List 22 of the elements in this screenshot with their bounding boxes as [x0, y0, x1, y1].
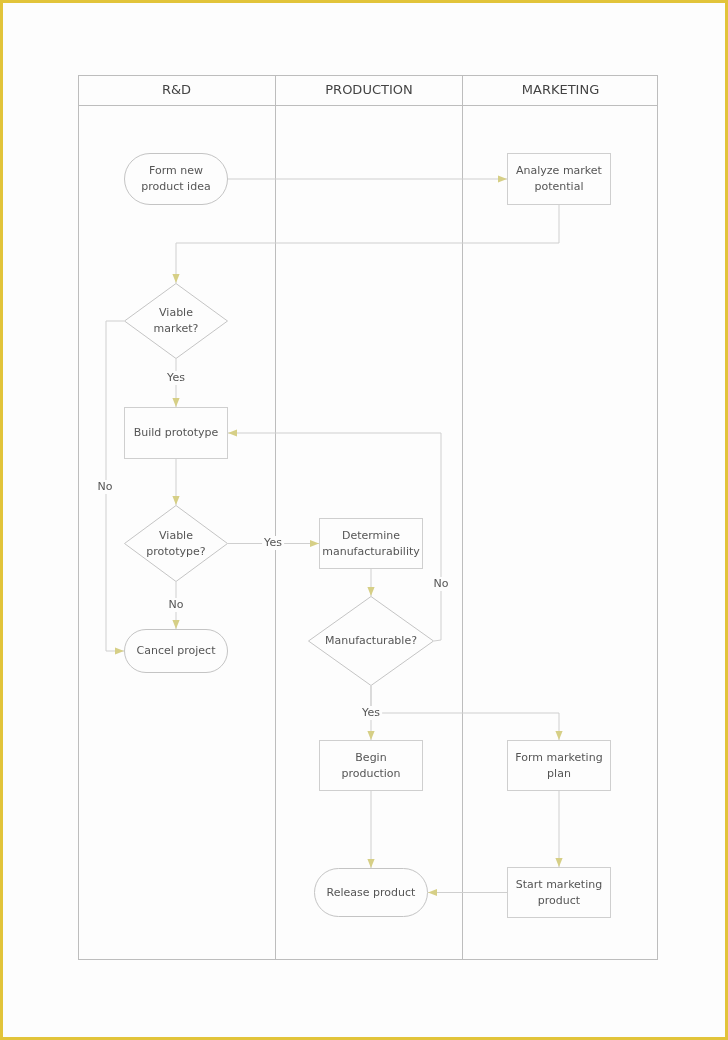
- edge-label: Yes: [360, 706, 382, 720]
- process-box: Build prototype: [124, 407, 228, 459]
- lane-header: R&D: [78, 75, 275, 106]
- lane-header: MARKETING: [462, 75, 658, 106]
- decision-diamond: Viable market?: [124, 283, 228, 359]
- process-box: Analyze market potential: [507, 153, 611, 205]
- lane-header: PRODUCTION: [275, 75, 462, 106]
- decision-diamond: Viable prototype?: [124, 505, 228, 582]
- edge-label: No: [431, 577, 451, 591]
- decision-diamond: Manufacturable?: [308, 596, 434, 686]
- terminal-node: Form new product idea: [124, 153, 228, 205]
- edge-label: No: [166, 598, 186, 612]
- process-box: Begin production: [319, 740, 423, 791]
- terminal-node: Release product: [314, 868, 428, 917]
- process-box: Form marketing plan: [507, 740, 611, 791]
- terminal-node: Cancel project: [124, 629, 228, 673]
- edge-label: Yes: [262, 536, 284, 550]
- edge-label: No: [95, 480, 115, 494]
- connector-arrow: [172, 458, 180, 506]
- process-box: Determine manufacturability: [319, 518, 423, 569]
- process-box: Start marketing product: [507, 867, 611, 918]
- edge-label: Yes: [165, 371, 187, 385]
